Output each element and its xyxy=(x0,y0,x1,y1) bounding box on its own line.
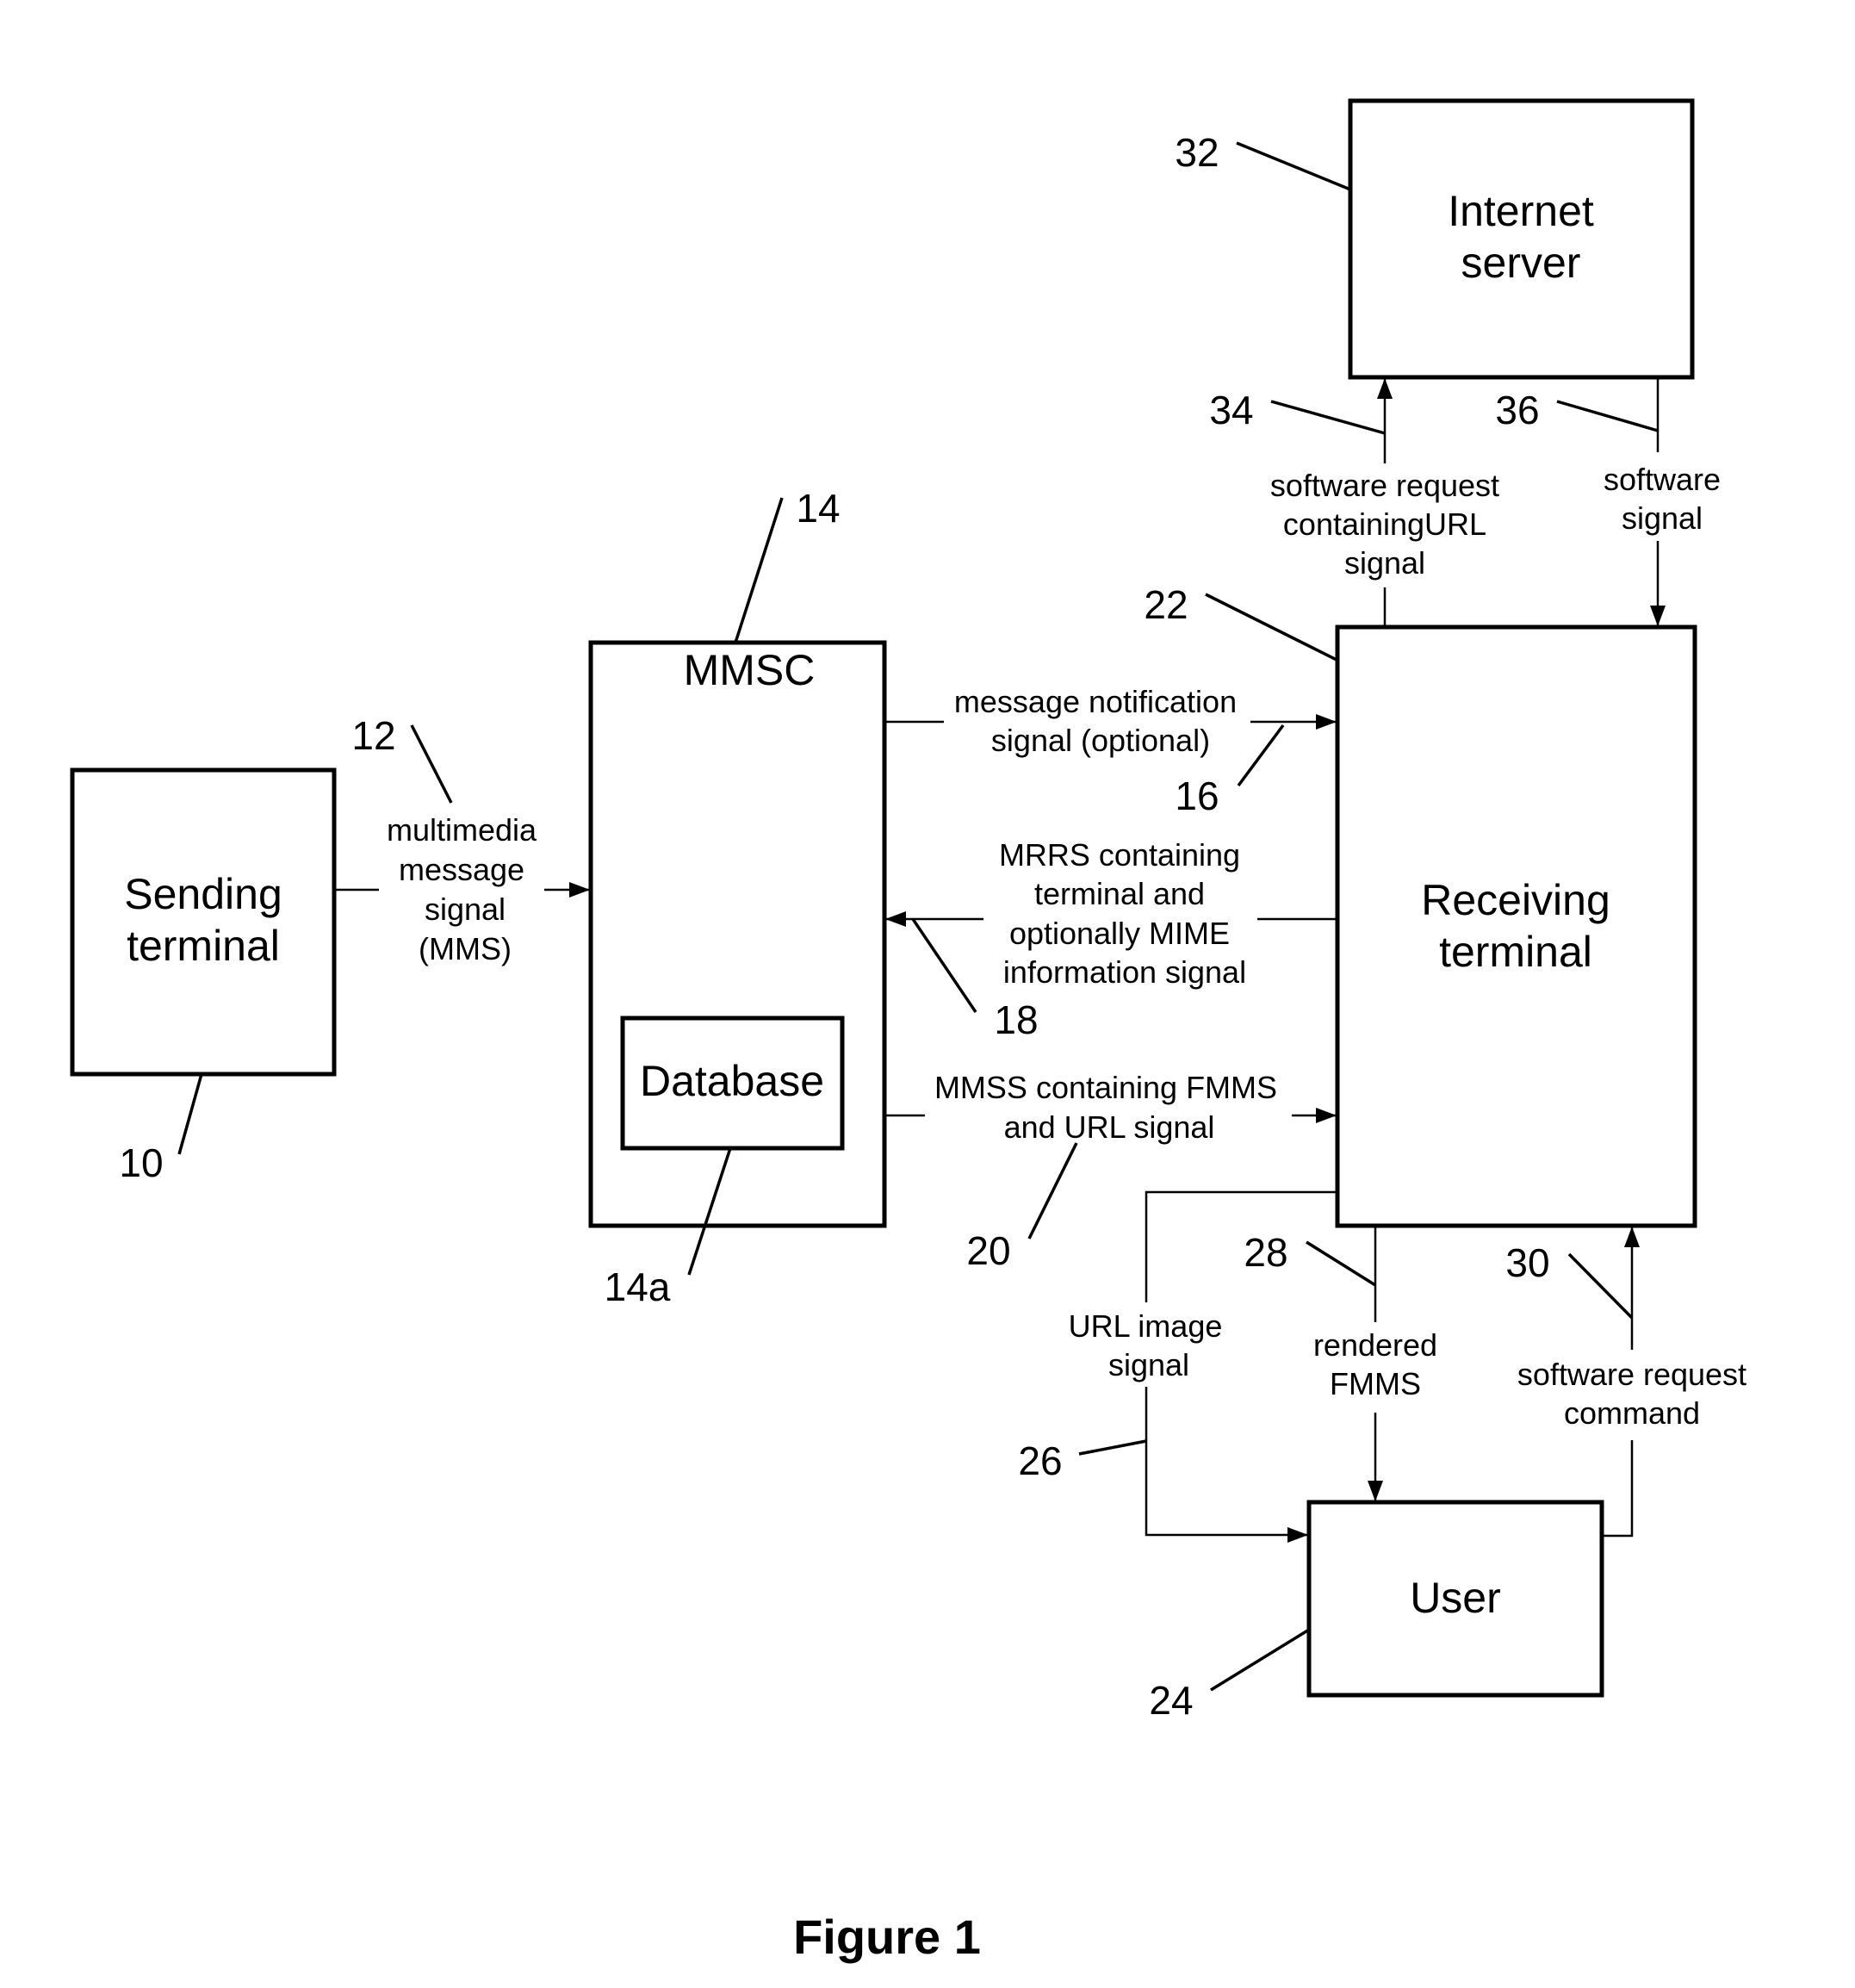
svg-text:16: 16 xyxy=(1175,773,1219,818)
svg-text:22: 22 xyxy=(1144,582,1188,627)
svg-text:14a: 14a xyxy=(605,1264,671,1309)
svg-text:software: software xyxy=(1604,462,1721,497)
svg-text:and URL signal: and URL signal xyxy=(1004,1109,1215,1145)
figure-caption: Figure 1 xyxy=(793,1910,981,1964)
svg-text:20: 20 xyxy=(966,1228,1010,1273)
svg-text:36: 36 xyxy=(1495,388,1539,432)
svg-text:signal: signal xyxy=(1108,1347,1189,1382)
ref-10: 10 xyxy=(119,1073,203,1185)
svg-text:MRRS containing: MRRS containing xyxy=(999,837,1240,873)
ref-20: 20 xyxy=(966,1142,1078,1273)
svg-text:URL image: URL image xyxy=(1069,1308,1223,1344)
svg-text:26: 26 xyxy=(1018,1438,1062,1483)
ref-12: 12 xyxy=(351,713,453,804)
notification-signal-label: message notification signal (optional) xyxy=(954,684,1237,758)
svg-text:message notification: message notification xyxy=(954,684,1237,719)
svg-text:signal (optional): signal (optional) xyxy=(991,723,1210,758)
internet-server-label-2: server xyxy=(1461,239,1581,287)
svg-text:multimedia: multimedia xyxy=(387,812,537,848)
receiving-terminal-label-1: Receiving xyxy=(1421,876,1610,924)
svg-text:command: command xyxy=(1564,1395,1700,1431)
sending-terminal-label-1: Sending xyxy=(124,870,282,918)
sending-terminal-label-2: terminal xyxy=(127,922,280,970)
rendered-fmms-label: rendered FMMS xyxy=(1313,1327,1437,1401)
svg-text:information signal: information signal xyxy=(1003,954,1246,990)
sw-request-command-label: software request command xyxy=(1517,1357,1746,1431)
svg-text:14: 14 xyxy=(796,486,840,531)
database-label: Database xyxy=(640,1057,824,1105)
receiving-terminal-label-2: terminal xyxy=(1439,928,1592,976)
ref-14: 14 xyxy=(734,486,841,643)
svg-text:18: 18 xyxy=(994,997,1038,1042)
ref-24: 24 xyxy=(1149,1628,1310,1723)
svg-text:message: message xyxy=(399,852,524,887)
svg-text:30: 30 xyxy=(1505,1240,1549,1285)
mmss-signal-label: MMSS containing FMMS and URL signal xyxy=(934,1070,1277,1145)
sw-request-url-label: software request containingURL signal xyxy=(1270,468,1499,581)
ref-32: 32 xyxy=(1175,130,1351,191)
svg-text:optionally MIME: optionally MIME xyxy=(1009,916,1230,951)
ref-30: 30 xyxy=(1505,1240,1634,1320)
ref-28: 28 xyxy=(1244,1230,1376,1287)
svg-text:terminal and: terminal and xyxy=(1034,876,1205,911)
svg-text:signal: signal xyxy=(1344,545,1425,581)
user-block: User xyxy=(1306,1500,1604,1698)
ref-22: 22 xyxy=(1144,582,1337,662)
svg-text:28: 28 xyxy=(1244,1230,1287,1275)
svg-text:containingURL: containingURL xyxy=(1283,506,1486,542)
svg-text:software request: software request xyxy=(1517,1357,1746,1392)
svg-text:MMSS containing FMMS: MMSS containing FMMS xyxy=(934,1070,1277,1105)
svg-text:signal: signal xyxy=(425,891,506,927)
svg-text:32: 32 xyxy=(1175,130,1219,175)
svg-text:12: 12 xyxy=(351,713,395,758)
receiving-terminal-block: Receiving terminal xyxy=(1335,624,1697,1228)
internet-server-label-1: Internet xyxy=(1448,187,1594,235)
svg-text:FMMS: FMMS xyxy=(1330,1366,1421,1401)
url-image-signal-label: URL image signal xyxy=(1069,1308,1223,1382)
database-block: Database xyxy=(620,1016,845,1151)
mmsc-label: MMSC xyxy=(684,646,816,694)
user-label: User xyxy=(1410,1574,1501,1622)
mrrs-signal-label: MRRS containing terminal and optionally … xyxy=(999,837,1246,990)
svg-text:34: 34 xyxy=(1209,388,1253,432)
ref-34: 34 xyxy=(1209,388,1386,435)
sw-signal-label: software signal xyxy=(1604,462,1721,536)
internet-server-block: Internet server xyxy=(1348,98,1695,380)
svg-text:signal: signal xyxy=(1622,500,1703,536)
svg-text:10: 10 xyxy=(119,1140,163,1185)
svg-text:rendered: rendered xyxy=(1313,1327,1437,1363)
sending-terminal-block: Sending terminal xyxy=(70,767,337,1077)
mms-signal-label: multimedia message signal (MMS) xyxy=(387,812,537,966)
ref-26: 26 xyxy=(1018,1438,1147,1483)
ref-36: 36 xyxy=(1495,388,1659,432)
patent-figure: Sending terminal MMSC Database Receiving… xyxy=(70,98,1746,1964)
svg-text:software request: software request xyxy=(1270,468,1499,503)
svg-text:24: 24 xyxy=(1149,1678,1193,1723)
svg-text:(MMS): (MMS) xyxy=(419,931,512,966)
